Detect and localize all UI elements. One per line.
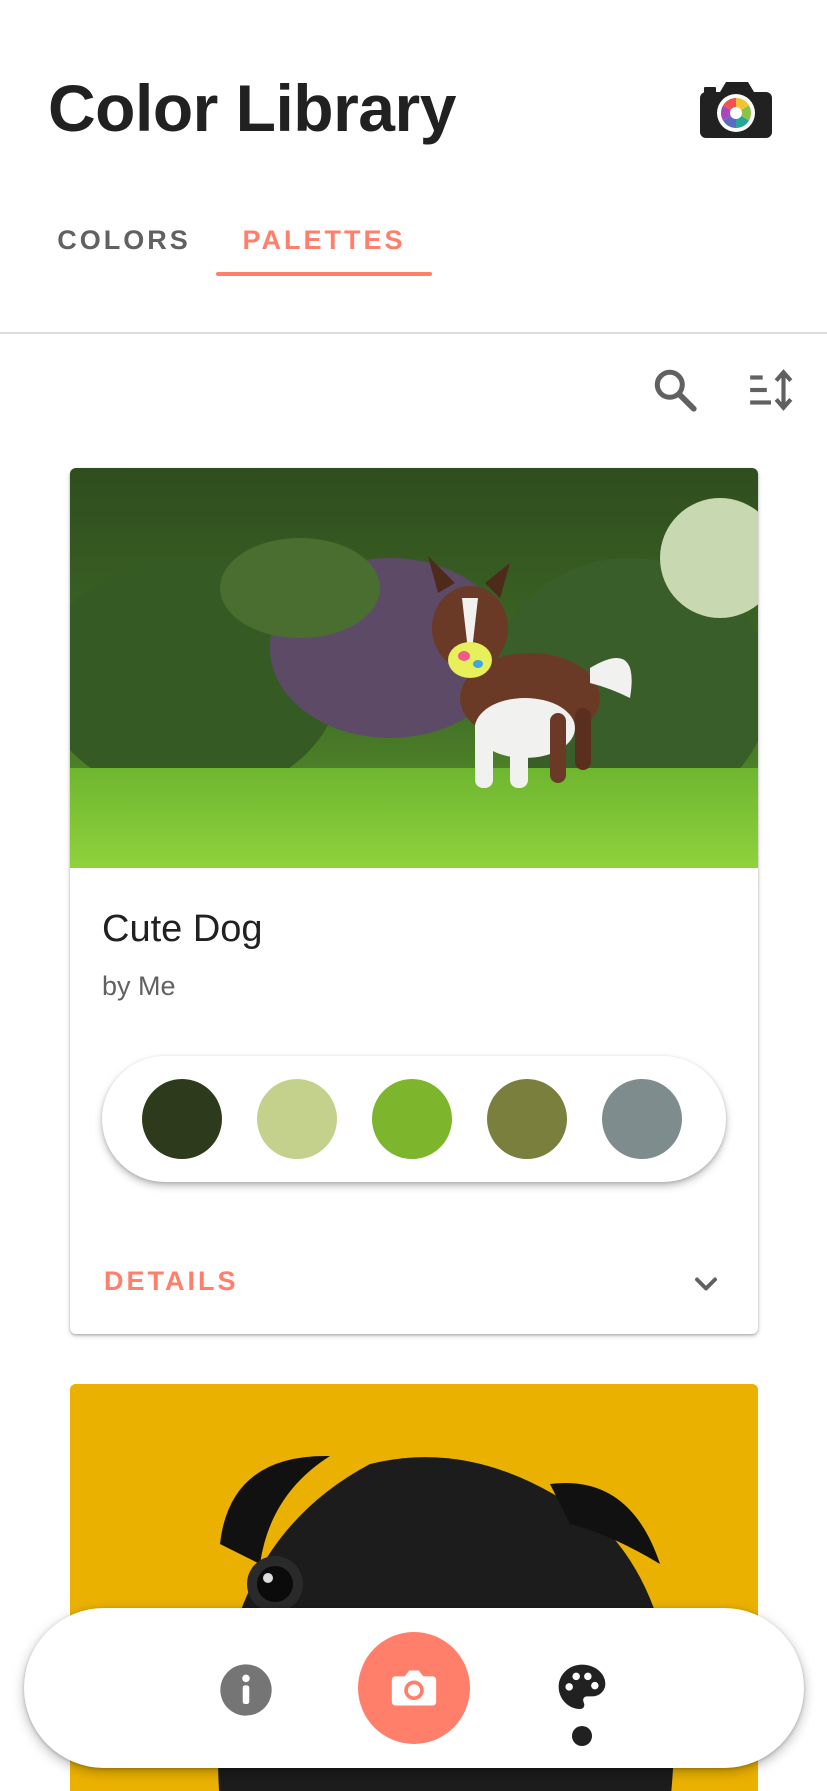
color-swatch[interactable]: [372, 1079, 452, 1159]
active-tab-indicator: [216, 272, 432, 276]
tab-bar: COLORS PALETTES: [0, 190, 827, 334]
camera-icon: [391, 1670, 437, 1706]
dog-photo: [70, 468, 758, 868]
palette-title: Cute Dog: [102, 908, 263, 950]
tab-palettes[interactable]: PALETTES: [216, 210, 432, 270]
color-swatch[interactable]: [602, 1079, 682, 1159]
camera-button[interactable]: [358, 1632, 470, 1744]
color-swatch[interactable]: [257, 1079, 337, 1159]
color-swatch[interactable]: [487, 1079, 567, 1159]
page-title: Color Library: [48, 71, 456, 145]
bottom-navigation: [24, 1608, 804, 1768]
search-icon[interactable]: [650, 365, 700, 415]
palette-icon[interactable]: [554, 1660, 610, 1716]
app-screen: Color Library COLORS PALETTES Cute Dog b…: [0, 0, 827, 1791]
details-button[interactable]: DETAILS: [104, 1266, 239, 1297]
sort-icon[interactable]: [746, 365, 796, 415]
info-icon[interactable]: [218, 1662, 274, 1718]
chevron-down-icon[interactable]: [688, 1266, 724, 1302]
swatch-strip: [102, 1056, 726, 1182]
palette-author: by Me: [102, 971, 176, 1001]
color-swatch[interactable]: [142, 1079, 222, 1159]
camera-logo-icon[interactable]: [700, 80, 772, 138]
palette-card[interactable]: Cute Dog by Me DETAILS: [70, 468, 758, 1334]
tab-colors[interactable]: COLORS: [40, 210, 208, 270]
app-header: Color Library: [0, 0, 827, 180]
active-indicator-dot: [572, 1726, 592, 1746]
